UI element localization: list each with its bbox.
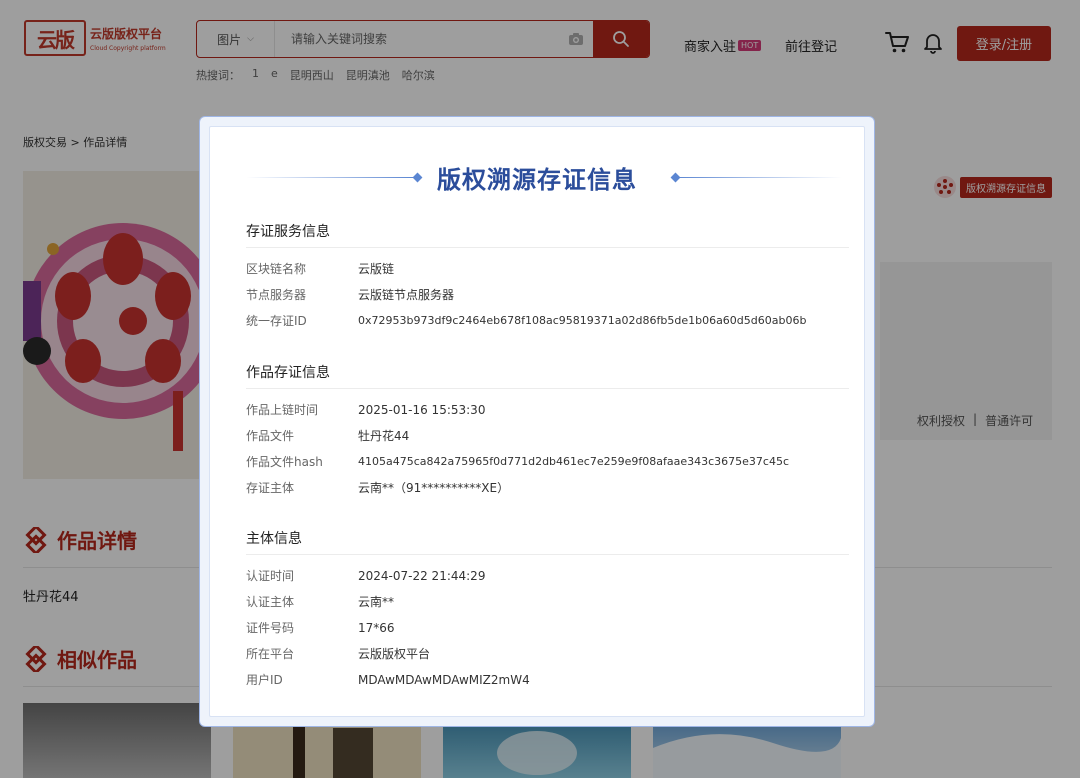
info-row: 用户ID MDAwMDAwMDAwMIZ2mW4	[246, 672, 530, 688]
info-row: 作品上链时间 2025-01-16 15:53:30	[246, 402, 485, 418]
info-value: 0x72953b973df9c2464eb678f108ac95819371a0…	[358, 314, 807, 327]
info-value: 云版链	[358, 262, 395, 276]
section-divider	[246, 388, 849, 389]
info-row: 存证主体 云南**（91**********XE）	[246, 480, 509, 496]
info-key: 作品文件hash	[246, 455, 323, 469]
info-row: 所在平台 云版版权平台	[246, 646, 430, 662]
title-decor-line	[676, 177, 842, 178]
subject-info-title: 主体信息	[246, 531, 302, 547]
info-key: 作品上链时间	[246, 403, 319, 417]
info-row: 认证时间 2024-07-22 21:44:29	[246, 568, 485, 584]
info-key: 所在平台	[246, 647, 295, 661]
info-value: 4105a475ca842a75965f0d771d2db461ec7e259e…	[358, 455, 790, 468]
info-row: 作品文件 牡丹花44	[246, 428, 409, 444]
info-row: 作品文件hash 4105a475ca842a75965f0d771d2db46…	[246, 454, 789, 470]
info-key: 节点服务器	[246, 288, 307, 302]
info-value: MDAwMDAwMDAwMIZ2mW4	[358, 673, 530, 687]
work-info-title: 作品存证信息	[246, 365, 330, 381]
info-key: 认证主体	[246, 595, 295, 609]
info-value: 云版链节点服务器	[358, 288, 455, 302]
info-key: 用户ID	[246, 673, 283, 687]
info-key: 统一存证ID	[246, 314, 307, 328]
info-value: 2025-01-16 15:53:30	[358, 403, 486, 417]
info-value: 云南**	[358, 595, 395, 609]
info-key: 存证主体	[246, 481, 295, 495]
section-divider	[246, 247, 849, 248]
trace-info-modal: 版权溯源存证信息 存证服务信息 区块链名称 云版链 节点服务器 云版链节点服务器…	[199, 116, 875, 727]
info-row: 认证主体 云南**	[246, 594, 394, 610]
info-value: 牡丹花44	[358, 429, 410, 443]
section-divider	[246, 554, 849, 555]
service-info-title: 存证服务信息	[246, 224, 330, 240]
info-row: 节点服务器 云版链节点服务器	[246, 287, 454, 303]
info-value: 2024-07-22 21:44:29	[358, 569, 486, 583]
info-value: 17*66	[358, 621, 395, 635]
modal-content: 版权溯源存证信息 存证服务信息 区块链名称 云版链 节点服务器 云版链节点服务器…	[209, 126, 865, 717]
info-key: 作品文件	[246, 429, 295, 443]
info-value: 云南**（91**********XE）	[358, 481, 510, 495]
info-row: 证件号码 17*66	[246, 620, 395, 636]
info-key: 区块链名称	[246, 262, 307, 276]
info-value: 云版版权平台	[358, 647, 431, 661]
info-row: 区块链名称 云版链	[246, 261, 394, 277]
info-row: 统一存证ID 0x72953b973df9c2464eb678f108ac958…	[246, 313, 806, 329]
info-key: 认证时间	[246, 569, 295, 583]
info-key: 证件号码	[246, 621, 295, 635]
